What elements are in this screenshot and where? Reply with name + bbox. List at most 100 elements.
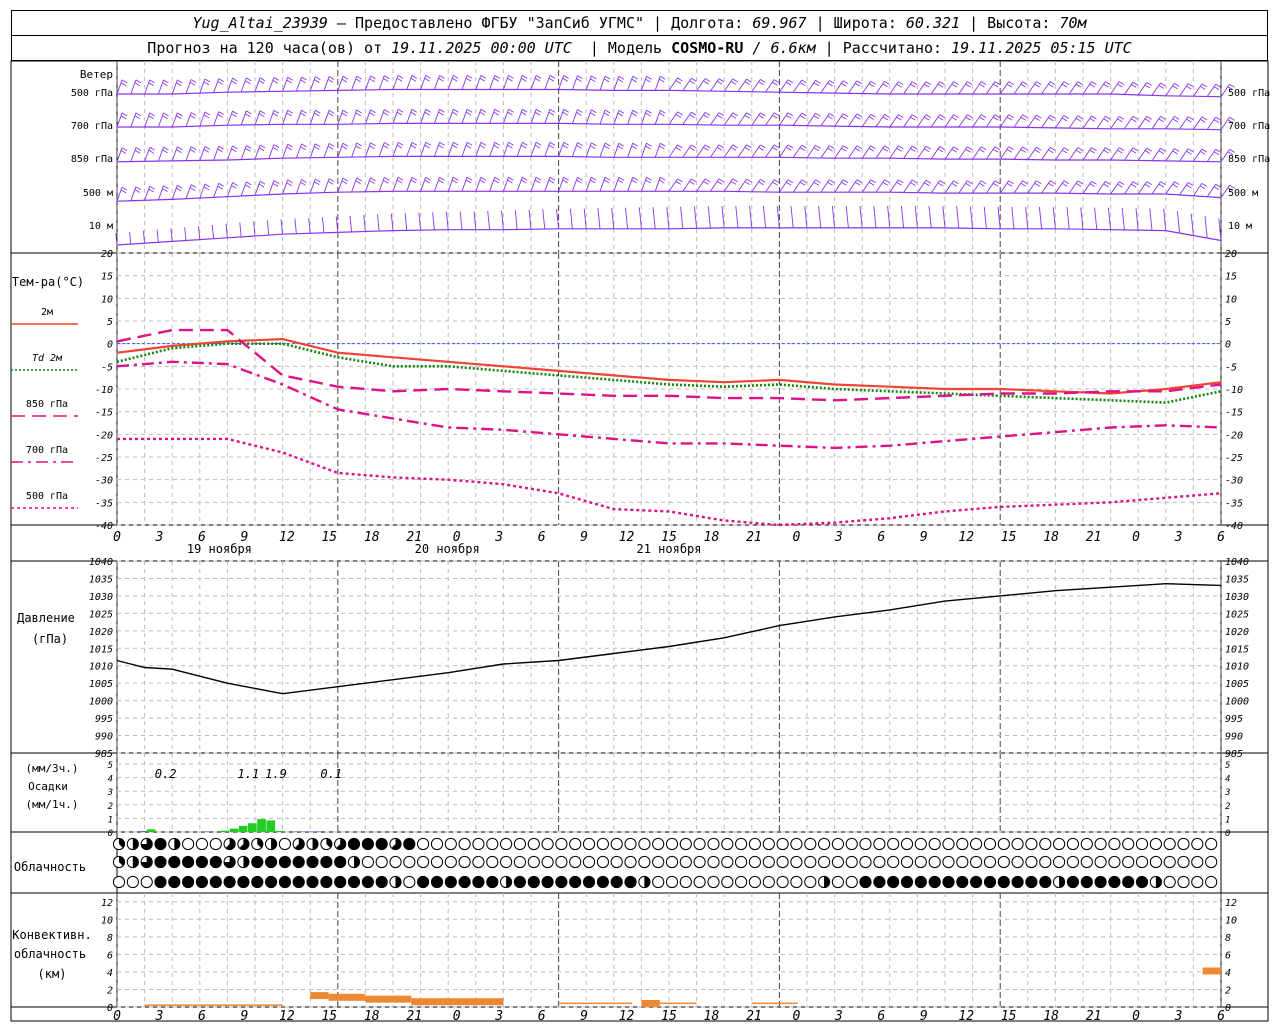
hour-tick-label: 12	[619, 530, 635, 545]
precip-ytick: 4	[108, 775, 113, 785]
wind-barb-feather	[1049, 147, 1056, 151]
conv-cloud-bar	[751, 1002, 798, 1005]
wind-barb	[613, 177, 620, 192]
wind-barb	[502, 75, 509, 90]
wind-barb-feather	[479, 111, 486, 116]
wind-barb-feather	[675, 147, 682, 151]
wind-barb-feather	[1006, 116, 1013, 121]
wind-barb-feather	[829, 145, 835, 149]
cloud-cover-fill	[348, 876, 360, 888]
wind-barb-feather	[911, 179, 918, 184]
wind-barb-feather	[148, 149, 154, 154]
wind-barb-feather	[549, 141, 556, 146]
wind-barb	[157, 79, 164, 95]
hour-tick-label: 0	[792, 1009, 800, 1024]
cloud-cover-symbol	[818, 837, 831, 851]
wind-barb	[1055, 180, 1065, 194]
wind-barb-feather	[923, 182, 930, 187]
cloud-cover-symbol	[845, 875, 858, 889]
wind-barb-feather	[937, 83, 944, 88]
wind-barb-feather	[535, 108, 542, 113]
wind-barb	[404, 213, 408, 231]
wind-barb	[599, 142, 606, 158]
cloud-cover-symbol	[1039, 855, 1052, 869]
cloud-cover-fill	[1122, 876, 1134, 888]
wind-barb-feather	[1075, 83, 1082, 88]
pressure-ytick-right: 1030	[1225, 592, 1249, 603]
wind-barb	[693, 206, 698, 229]
cloud-cover-fill	[956, 876, 968, 888]
cloud-cover-fill	[569, 876, 581, 888]
wind-barb	[958, 114, 968, 128]
wind-barb-feather	[618, 109, 625, 114]
cloud-cover-symbol	[1066, 855, 1080, 869]
wind-barb	[351, 75, 358, 91]
wind-barb-feather	[1077, 180, 1083, 185]
wind-barb-feather	[884, 81, 890, 85]
cloud-cover-fill	[942, 876, 955, 888]
wind-barb-feather	[675, 181, 682, 185]
wind-barb	[1165, 148, 1175, 162]
cloud-cover-symbol	[914, 855, 927, 869]
wind-barb-feather	[522, 75, 528, 79]
wind-barb	[1110, 116, 1120, 130]
wind-barb	[972, 114, 982, 128]
wind-barb-feather	[163, 79, 169, 84]
cloud-cover-symbol	[1108, 855, 1121, 869]
wind-barb-feather	[815, 179, 821, 184]
wind-barb-feather	[1034, 83, 1040, 88]
wind-barb-feather	[479, 179, 486, 184]
cloud-cover-symbol	[458, 837, 471, 851]
wind-barb-feather	[563, 108, 569, 113]
wind-barb-feather	[1201, 83, 1208, 88]
cloud-title: Облачность	[14, 860, 86, 874]
wind-barb	[130, 79, 137, 95]
wind-barb-feather	[898, 81, 904, 85]
wind-barb-feather	[314, 79, 320, 83]
wind-barb	[969, 206, 974, 229]
wind-barb-feather	[854, 116, 861, 120]
wind-barb	[226, 77, 233, 93]
wind-barb-feather	[967, 146, 973, 151]
wind-barb-feather	[659, 78, 665, 83]
wind-barb-feather	[590, 78, 596, 83]
wind-barb-feather	[508, 108, 514, 113]
wind-barb	[585, 142, 592, 157]
wind-barb	[378, 109, 385, 124]
wind-barb-feather	[910, 116, 916, 121]
wind-barb	[351, 109, 358, 125]
wind-barb-feather	[121, 112, 128, 117]
precip-ytick: 3	[107, 788, 113, 798]
wind-barb-feather	[704, 144, 711, 149]
wind-barb	[447, 177, 454, 192]
wind-barb	[337, 110, 344, 125]
cloud-cover-symbol	[195, 837, 208, 851]
wind-barb	[930, 81, 941, 95]
wind-barb-feather	[562, 77, 568, 82]
wind-barb-feather	[287, 76, 293, 81]
cloud-cover-symbol	[707, 875, 720, 889]
conv-cloud-bar	[411, 998, 504, 1006]
wind-barb-feather	[704, 78, 711, 82]
wind-barb	[364, 75, 371, 91]
wind-barb-feather	[801, 79, 807, 84]
conv-cloud-bar	[328, 993, 366, 1001]
wind-barb	[323, 178, 330, 193]
cloud-cover-symbol	[679, 837, 692, 851]
cloud-cover-fill	[210, 856, 222, 868]
wind-barb-feather	[716, 114, 723, 119]
wind-barb-feather	[992, 83, 999, 88]
wind-barb-feather	[799, 82, 806, 86]
wind-barb	[323, 76, 330, 91]
hour-tick-label: 18	[364, 530, 380, 545]
wind-barb	[392, 177, 399, 192]
wind-barb	[627, 110, 634, 125]
wind-barb	[157, 112, 164, 128]
wind-barb	[461, 109, 468, 124]
wind-barb	[130, 186, 137, 201]
wind-barb-feather	[493, 77, 499, 82]
wind-barb-feather	[315, 76, 321, 81]
wind-barb-feather	[425, 108, 431, 113]
wind-barb-feather	[522, 141, 528, 146]
conv-cloud-bar	[1202, 967, 1221, 975]
